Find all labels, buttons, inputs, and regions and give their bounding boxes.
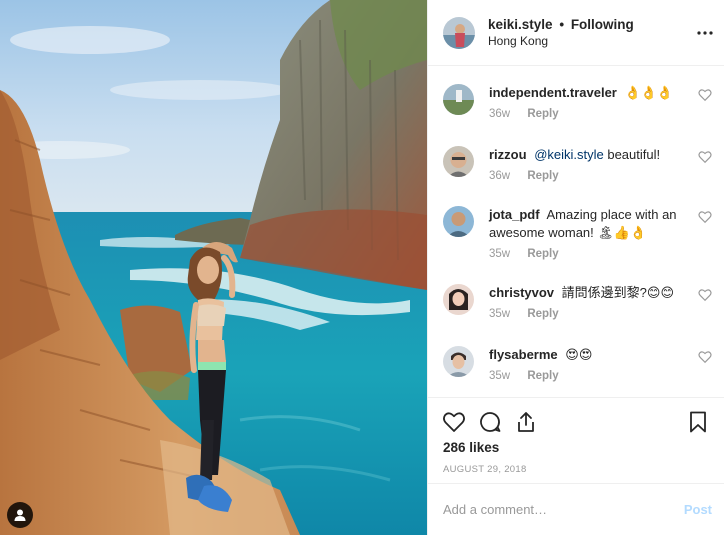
comment-time[interactable]: 35w <box>489 370 510 382</box>
comment-text: beautiful! <box>603 147 661 162</box>
reply-button[interactable]: Reply <box>527 248 558 260</box>
comment-meta: 35w Reply <box>489 308 559 320</box>
comment-meta: 35w Reply <box>489 248 559 260</box>
comment-like-heart-icon[interactable] <box>698 210 712 224</box>
author-username[interactable]: keiki.style <box>488 17 553 32</box>
author-meta: keiki.style • Following Hong Kong <box>488 16 634 50</box>
commenter-avatar[interactable] <box>443 284 474 315</box>
author-avatar[interactable] <box>443 16 475 49</box>
comment-meta: 36w Reply <box>489 108 559 120</box>
bookmark-icon[interactable] <box>686 410 710 434</box>
comment-username[interactable]: flysaberme <box>489 347 558 362</box>
comment-body: independent.traveler 👌👌👌 <box>489 84 684 102</box>
comment-text: 請問係邊到黎?😊😊 <box>561 285 675 300</box>
commenter-avatar[interactable] <box>443 146 474 177</box>
post-actions: 286 likes AUGUST 29, 2018 <box>428 397 724 483</box>
post-location[interactable]: Hong Kong <box>488 33 634 50</box>
commenter-avatar[interactable] <box>443 84 474 115</box>
comment-username[interactable]: jota_pdf <box>489 207 540 222</box>
comment-text: 👌👌👌 <box>624 85 674 100</box>
reply-button[interactable]: Reply <box>527 170 558 182</box>
comment-body: flysaberme 😍😍 <box>489 346 684 364</box>
comment-meta: 36w Reply <box>489 170 559 182</box>
reply-button[interactable]: Reply <box>527 308 558 320</box>
comment-input[interactable] <box>443 502 663 517</box>
comment-username[interactable]: christyvov <box>489 285 554 300</box>
comment-time[interactable]: 36w <box>489 170 510 182</box>
comment-body: christyvov 請問係邊到黎?😊😊 <box>489 284 684 302</box>
post-header: keiki.style • Following Hong Kong <box>428 0 724 66</box>
comment-body: rizzou @keiki.style beautiful! <box>489 146 684 164</box>
comment-like-heart-icon[interactable] <box>698 88 712 102</box>
commenter-avatar[interactable] <box>443 346 474 377</box>
follow-status-button[interactable]: Following <box>571 17 634 32</box>
comment-body: jota_pdf Amazing place with an awesome w… <box>489 206 684 242</box>
comment-text: 😍😍 <box>565 347 593 362</box>
share-icon[interactable] <box>514 410 538 434</box>
comment-time[interactable]: 35w <box>489 248 510 260</box>
likes-count[interactable]: 286 likes <box>443 440 499 455</box>
comments-list: independent.traveler 👌👌👌 36w Reply rizzo… <box>428 66 724 397</box>
heart-icon[interactable] <box>442 410 466 434</box>
commenter-avatar[interactable] <box>443 206 474 237</box>
comment-like-heart-icon[interactable] <box>698 150 712 164</box>
comment-time[interactable]: 35w <box>489 308 510 320</box>
comment-username[interactable]: rizzou <box>489 147 527 162</box>
post-side-panel: keiki.style • Following Hong Kong indepe… <box>427 0 724 535</box>
add-comment-bar: Post <box>428 483 724 535</box>
user-tag-icon[interactable] <box>7 502 33 528</box>
comment-like-heart-icon[interactable] <box>698 288 712 302</box>
reply-button[interactable]: Reply <box>527 370 558 382</box>
comment-time[interactable]: 36w <box>489 108 510 120</box>
comment-username[interactable]: independent.traveler <box>489 85 617 100</box>
post-comment-button[interactable]: Post <box>684 502 712 517</box>
author-line: keiki.style • Following <box>488 16 634 33</box>
cliff-sea-photo <box>0 0 427 535</box>
separator-dot: • <box>559 16 565 32</box>
comment-mention-link[interactable]: @keiki.style <box>534 147 604 162</box>
instagram-post: keiki.style • Following Hong Kong indepe… <box>0 0 724 535</box>
post-photo[interactable] <box>0 0 427 535</box>
comment-meta: 35w Reply <box>489 370 559 382</box>
reply-button[interactable]: Reply <box>527 108 558 120</box>
post-date: AUGUST 29, 2018 <box>443 464 527 475</box>
comment-bubble-icon[interactable] <box>478 410 502 434</box>
comment-like-heart-icon[interactable] <box>698 350 712 364</box>
more-options-icon[interactable] <box>696 24 714 42</box>
